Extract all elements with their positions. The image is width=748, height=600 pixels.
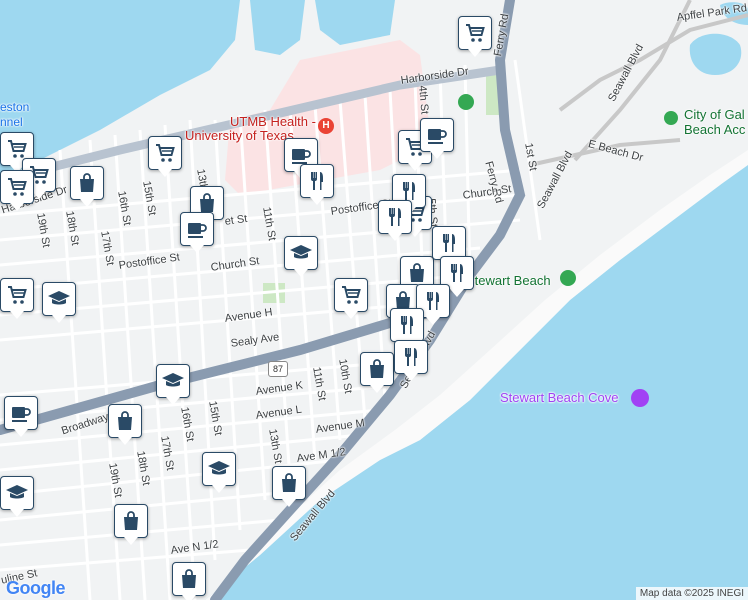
graduation-cap-marker[interactable]	[156, 364, 190, 398]
coffee-cup-marker[interactable]	[420, 118, 454, 152]
fork-knife-marker[interactable]	[378, 200, 412, 234]
city-beach-label-2[interactable]: Beach Acc	[684, 122, 745, 137]
tree-icon[interactable]	[664, 111, 678, 125]
graduation-cap-marker[interactable]	[42, 282, 76, 316]
channel-label-2: nnel	[0, 115, 23, 129]
graduation-cap-icon	[207, 457, 231, 481]
fork-knife-icon	[399, 345, 423, 369]
fork-knife-marker[interactable]	[300, 164, 334, 198]
coffee-cup-marker[interactable]	[180, 212, 214, 246]
graduation-cap-icon	[47, 287, 71, 311]
shopping-cart-icon	[153, 141, 177, 165]
fourth-st-label: 4th St	[416, 85, 431, 115]
fork-knife-marker[interactable]	[432, 226, 466, 260]
coffee-cup-icon	[185, 217, 209, 241]
shopping-bag-marker[interactable]	[114, 504, 148, 538]
map-canvas[interactable]: UTMB Health - University of Texas H City…	[0, 0, 748, 600]
shopping-bag-icon	[405, 261, 429, 285]
camera-icon[interactable]	[631, 389, 649, 407]
shopping-cart-icon	[463, 21, 487, 45]
coffee-cup-marker[interactable]	[4, 396, 38, 430]
shopping-cart-marker[interactable]	[0, 278, 34, 312]
fork-knife-icon	[421, 289, 445, 313]
google-logo: Google	[6, 578, 66, 599]
fork-knife-icon	[305, 169, 329, 193]
shopping-bag-marker[interactable]	[70, 166, 104, 200]
graduation-cap-marker[interactable]	[202, 452, 236, 486]
shopping-cart-marker[interactable]	[148, 136, 182, 170]
shopping-bag-marker[interactable]	[108, 404, 142, 438]
graduation-cap-icon	[289, 241, 313, 265]
highway-87-shield: 87	[268, 361, 288, 377]
graduation-cap-icon	[161, 369, 185, 393]
shopping-cart-icon	[5, 175, 29, 199]
utmb-label-2[interactable]: University of Texas	[185, 128, 294, 143]
shopping-cart-marker[interactable]	[334, 278, 368, 312]
stewart-beach-label[interactable]: Stewart Beach	[466, 273, 551, 288]
fork-knife-icon	[437, 231, 461, 255]
graduation-cap-icon	[5, 481, 29, 505]
shopping-bag-icon	[365, 357, 389, 381]
graduation-cap-marker[interactable]	[284, 236, 318, 270]
shopping-bag-icon	[277, 471, 301, 495]
shopping-bag-icon	[119, 509, 143, 533]
fork-knife-icon	[383, 205, 407, 229]
coffee-cup-icon	[9, 401, 33, 425]
map-base	[0, 0, 748, 600]
park-tree-icon[interactable]	[560, 270, 576, 286]
fork-knife-icon	[445, 261, 469, 285]
shopping-bag-marker[interactable]	[172, 562, 206, 596]
coffee-cup-icon	[425, 123, 449, 147]
channel-label-1: eston	[0, 100, 30, 114]
fork-knife-icon	[395, 313, 419, 337]
utmb-label-1[interactable]: UTMB Health -	[230, 114, 316, 129]
park-pin-icon[interactable]	[458, 94, 474, 110]
stewart-beach-cove-label[interactable]: Stewart Beach Cove	[500, 390, 619, 405]
map-attribution[interactable]: Map data ©2025 INEGI	[635, 587, 748, 600]
city-beach-label-1[interactable]: City of Gal	[684, 107, 745, 122]
shopping-cart-icon	[5, 283, 29, 307]
fork-knife-marker[interactable]	[390, 308, 424, 342]
shopping-cart-marker[interactable]	[458, 16, 492, 50]
shopping-bag-icon	[113, 409, 137, 433]
graduation-cap-marker[interactable]	[0, 476, 34, 510]
hospital-icon[interactable]: H	[318, 118, 334, 134]
fork-knife-marker[interactable]	[394, 340, 428, 374]
shopping-bag-icon	[75, 171, 99, 195]
google-logo-text: Google	[6, 578, 66, 598]
shopping-cart-marker[interactable]	[0, 170, 34, 204]
shopping-bag-marker[interactable]	[272, 466, 306, 500]
shopping-bag-marker[interactable]	[360, 352, 394, 386]
shopping-bag-icon	[177, 567, 201, 591]
shopping-cart-icon	[339, 283, 363, 307]
